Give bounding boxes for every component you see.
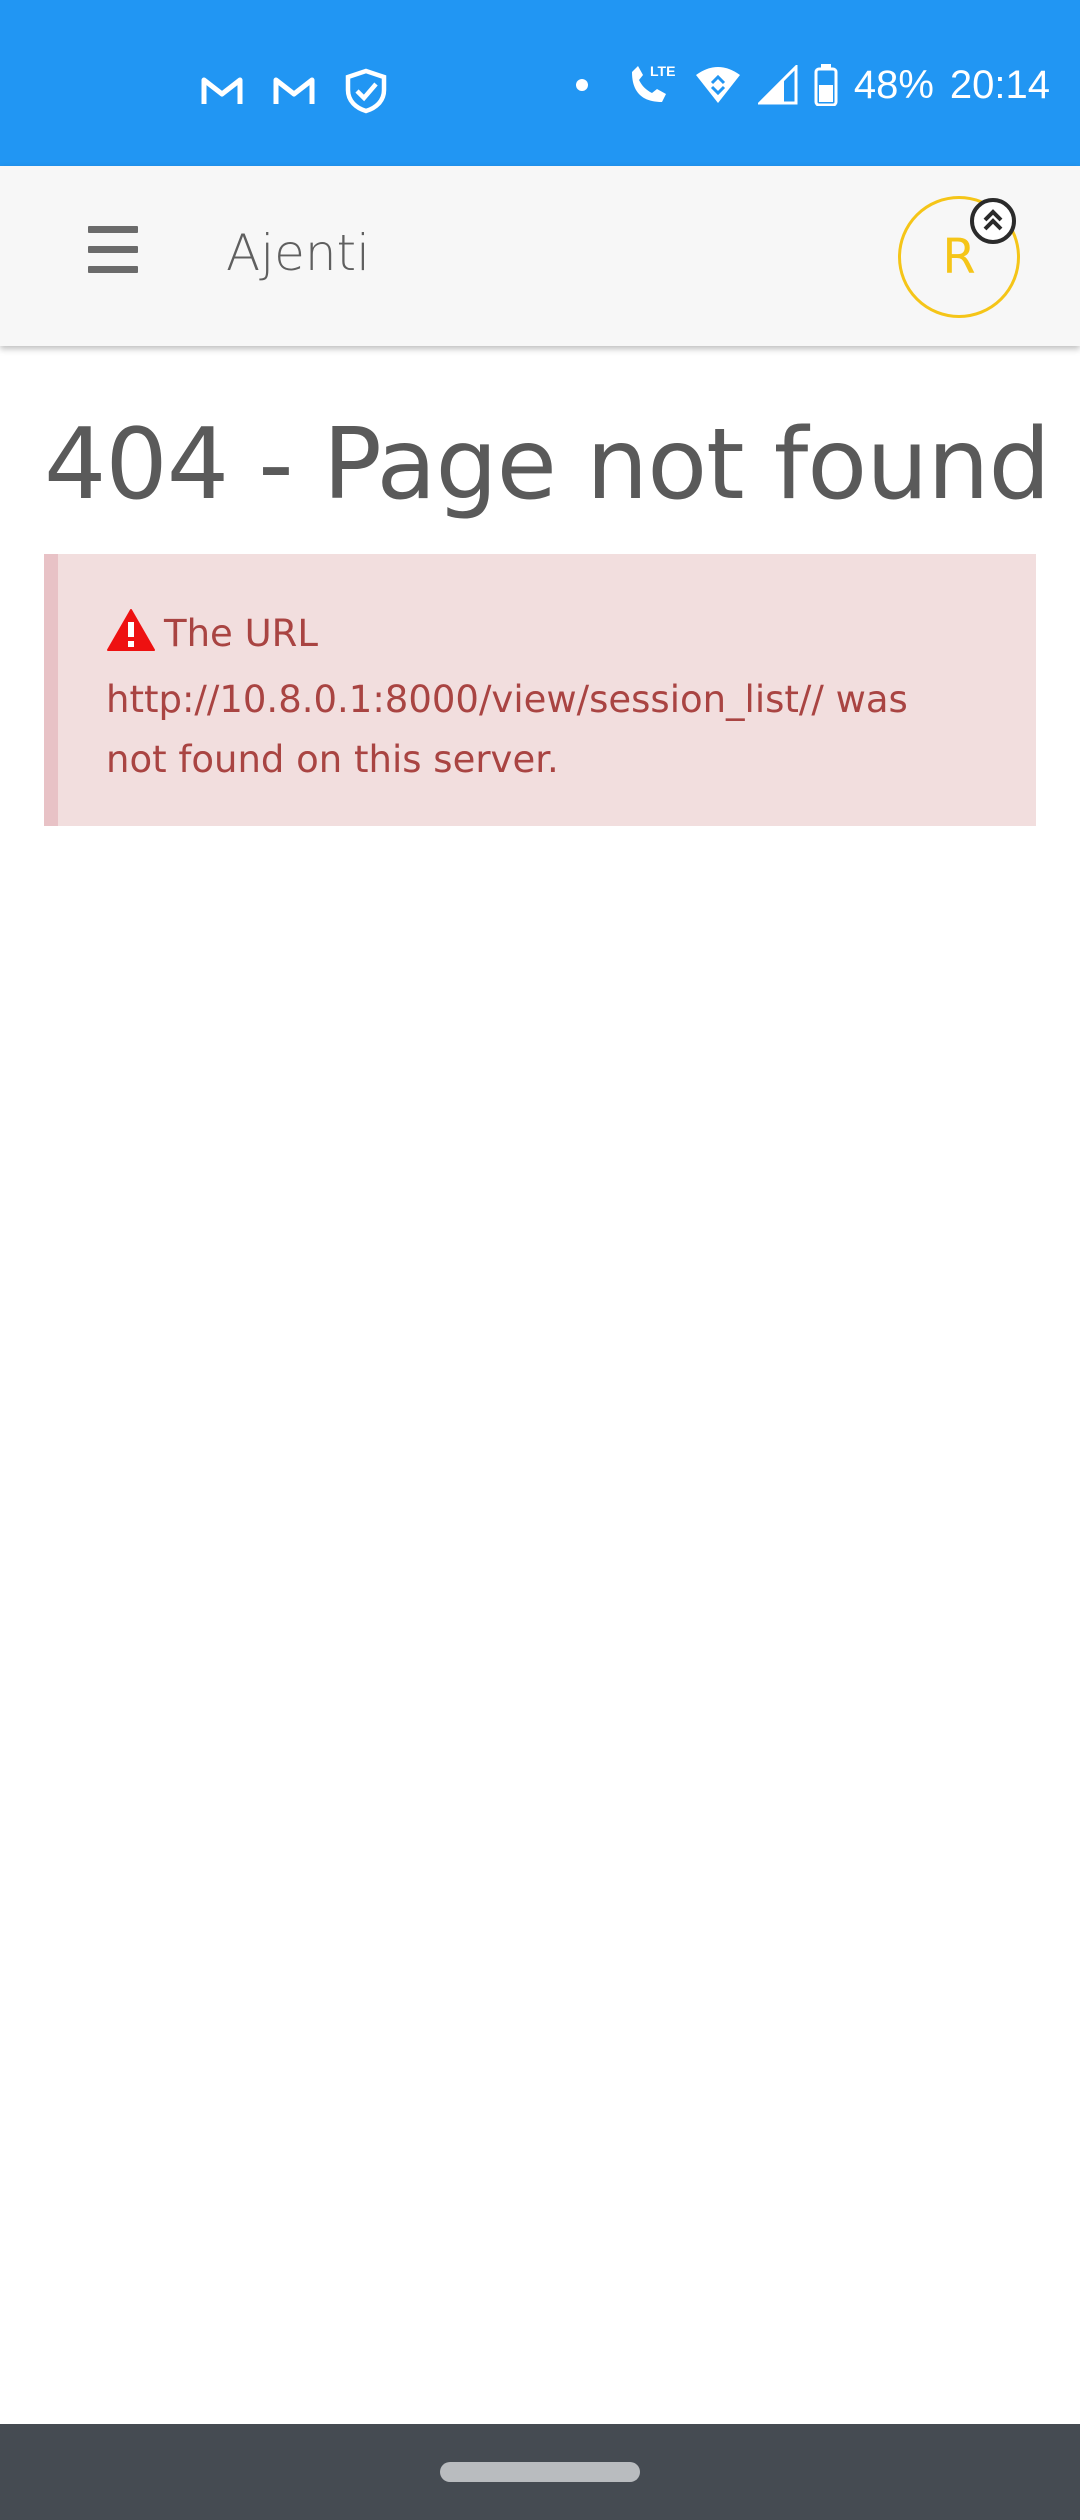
status-bar: LTE 48% 20:14 xyxy=(0,0,1080,166)
error-alert: The URL http://10.8.0.1:8000/view/sessio… xyxy=(44,554,1036,826)
chevron-up-double-icon xyxy=(970,198,1016,244)
lte-call-icon: LTE xyxy=(631,63,675,102)
battery-icon xyxy=(814,64,838,106)
shield-check-icon xyxy=(345,68,387,114)
status-icons-left xyxy=(200,68,388,114)
notification-dot-icon xyxy=(575,79,588,91)
wifi-icon xyxy=(695,67,740,103)
battery-percentage: 48% xyxy=(853,62,934,107)
gmail-icon xyxy=(273,77,315,104)
page-title: 404 - Page not found xyxy=(44,408,1051,522)
navigation-bar xyxy=(0,2424,1080,2520)
app-title: Ajenti xyxy=(226,224,371,282)
alert-message: The URL http://10.8.0.1:8000/view/sessio… xyxy=(106,612,908,781)
hamburger-menu-icon[interactable] xyxy=(80,226,146,286)
status-icons-right: LTE 48% 20:14 xyxy=(575,62,1050,108)
home-gesture-handle[interactable] xyxy=(440,2462,640,2482)
app-bar: Ajenti R xyxy=(0,166,1080,346)
clock: 20:14 xyxy=(949,62,1050,107)
svg-text:LTE: LTE xyxy=(650,63,675,79)
gmail-icon xyxy=(201,77,243,104)
signal-icon xyxy=(757,65,798,105)
warning-icon xyxy=(106,608,156,670)
